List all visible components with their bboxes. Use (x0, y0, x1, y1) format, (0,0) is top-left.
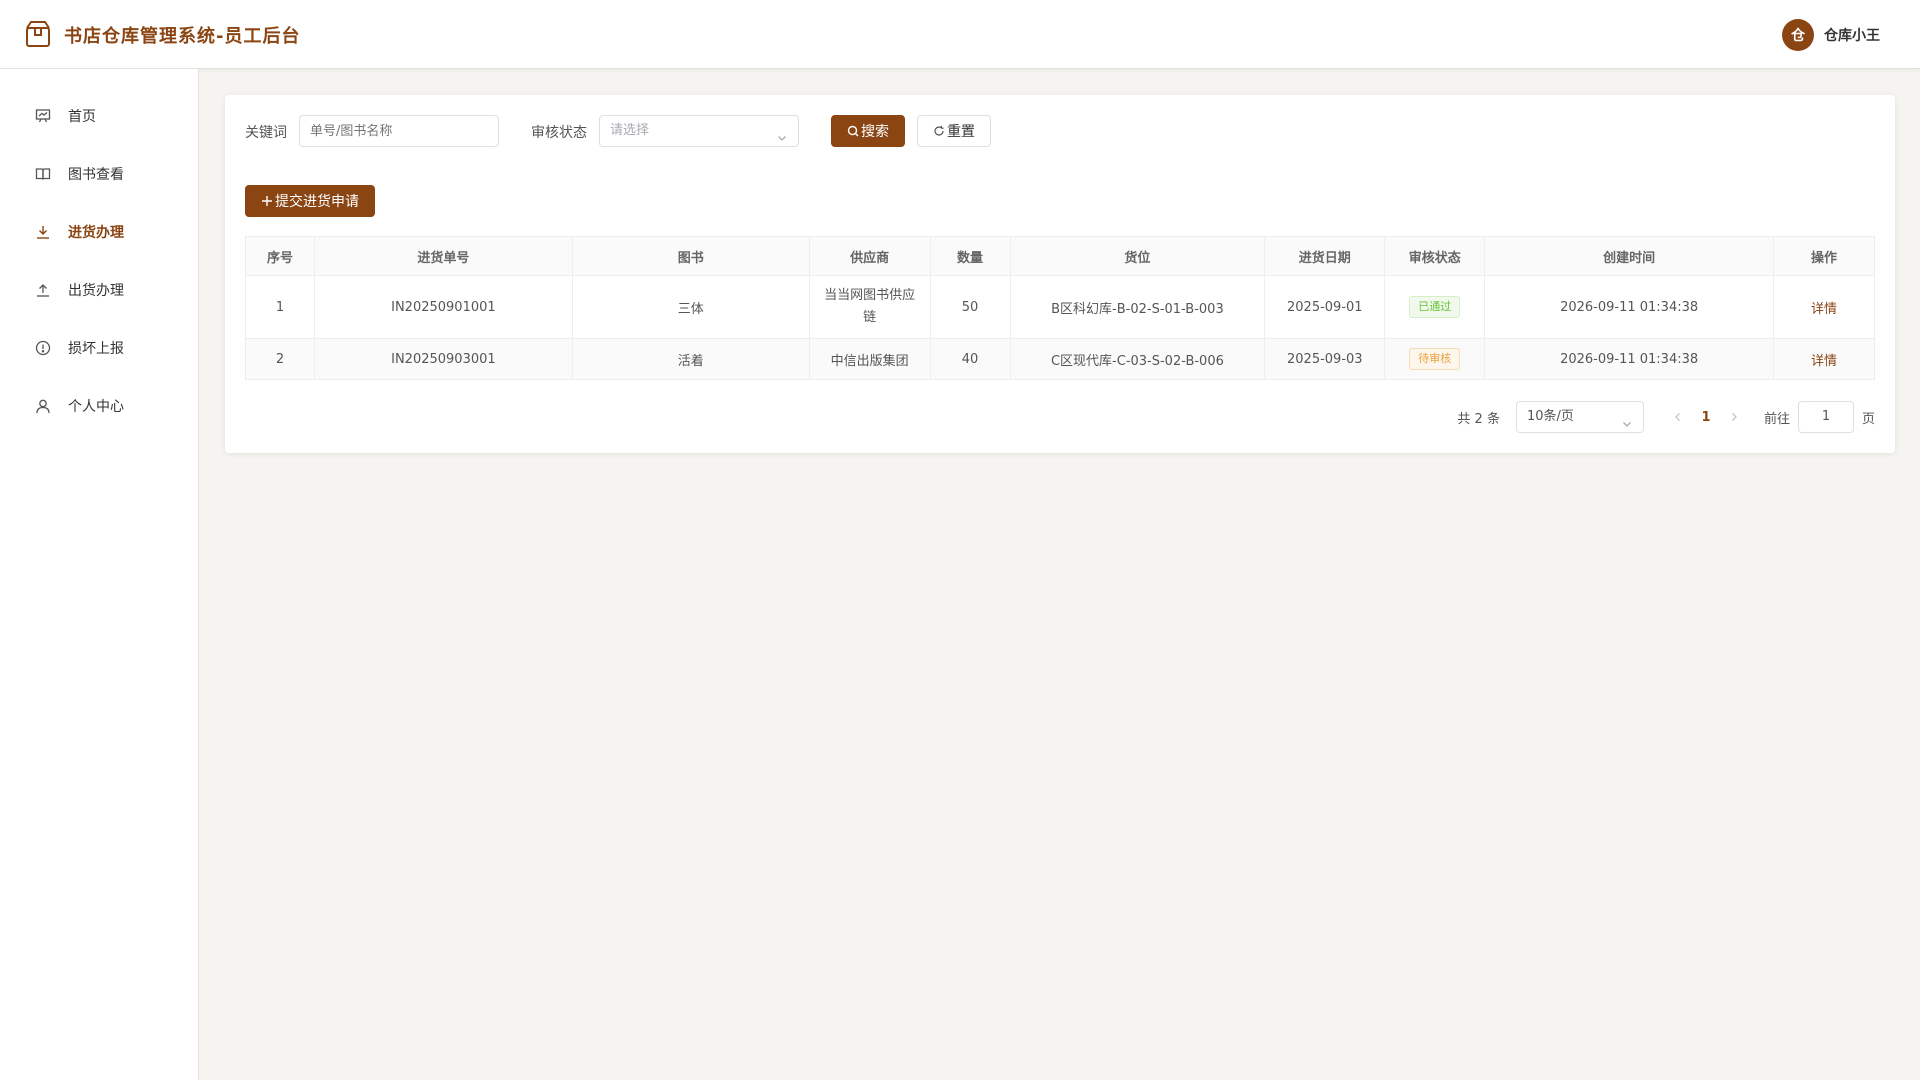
status-select[interactable]: 请选择 (599, 115, 799, 147)
cell-supplier: 中信出版集团 (808, 338, 931, 380)
chevron-down-icon (776, 126, 788, 156)
avatar[interactable]: 仓 (1782, 19, 1814, 51)
column-header: 审核状态 (1384, 236, 1486, 276)
table-row: 2 IN20250903001 活着 中信出版集团 40 C区现代库-C-03-… (245, 338, 1875, 380)
page-size-value: 10条/页 (1526, 409, 1574, 424)
sidebar-item-damage-report[interactable]: 损坏上报 (0, 319, 199, 377)
sidebar-item-outbound[interactable]: 出货办理 (0, 261, 199, 319)
app-title: 书店仓库管理系统-员工后台 (64, 26, 301, 47)
cell-index: 2 (245, 338, 315, 380)
cell-supplier: 当当网图书供应链 (808, 275, 931, 339)
detail-link[interactable]: 详情 (1811, 354, 1837, 369)
user-name[interactable]: 仓库小王 (1824, 25, 1880, 45)
prev-page-button[interactable] (1666, 401, 1690, 433)
cell-index: 1 (245, 275, 315, 339)
upload-icon (34, 281, 52, 299)
column-header: 进货日期 (1264, 236, 1386, 276)
column-header: 供应商 (808, 236, 931, 276)
sidebar-item-label: 损坏上报 (68, 341, 124, 357)
sidebar-item-profile[interactable]: 个人中心 (0, 377, 199, 435)
cell-order-no: IN20250901001 (313, 275, 573, 339)
keyword-input[interactable] (299, 115, 499, 147)
reset-button[interactable]: 重置 (917, 115, 991, 147)
cell-date: 2025-09-01 (1264, 275, 1386, 339)
keyword-label: 关键词 (245, 125, 287, 141)
cell-date: 2025-09-03 (1264, 338, 1386, 380)
sidebar-item-label: 图书查看 (68, 167, 124, 183)
sidebar-item-inbound[interactable]: 进货办理 (0, 203, 199, 261)
cell-book: 活着 (571, 338, 810, 380)
detail-link[interactable]: 详情 (1811, 302, 1837, 317)
submit-inbound-button[interactable]: 提交进货申请 (245, 185, 375, 217)
next-page-button[interactable] (1722, 401, 1746, 433)
chevron-left-icon (1675, 413, 1680, 421)
search-button-label: 搜索 (861, 124, 889, 140)
cell-created: 2026-09-11 01:34:38 (1484, 338, 1775, 380)
inbound-table: 序号 进货单号 图书 供应商 数量 货位 进货日期 审核状态 创建时间 操作 1… (245, 236, 1875, 380)
page-unit-label: 页 (1861, 411, 1875, 427)
sidebar-item-books[interactable]: 图书查看 (0, 145, 199, 203)
cell-action: 详情 (1773, 338, 1875, 380)
column-header: 进货单号 (313, 236, 573, 276)
table-header-row: 序号 进货单号 图书 供应商 数量 货位 进货日期 审核状态 创建时间 操作 (245, 236, 1875, 276)
column-header: 创建时间 (1484, 236, 1775, 276)
column-header: 操作 (1773, 236, 1875, 276)
cell-location: C区现代库-C-03-S-02-B-006 (1009, 338, 1266, 380)
chevron-down-icon (1621, 412, 1633, 442)
user-icon (34, 397, 52, 415)
search-icon (847, 125, 859, 137)
top-header: 书店仓库管理系统-员工后台 仓 仓库小王 (0, 0, 1920, 69)
column-header: 图书 (571, 236, 810, 276)
cell-location: B区科幻库-B-02-S-01-B-003 (1009, 275, 1266, 339)
dashboard-icon (34, 107, 52, 125)
cell-qty: 40 (929, 338, 1011, 380)
column-header: 货位 (1009, 236, 1266, 276)
cell-created: 2026-09-11 01:34:38 (1484, 275, 1775, 339)
sidebar-item-label: 首页 (68, 109, 96, 125)
sidebar-item-label: 个人中心 (68, 399, 124, 415)
sidebar-item-label: 出货办理 (68, 283, 124, 299)
chevron-right-icon (1732, 413, 1737, 421)
sidebar: 首页 图书查看 进货办理 出货办理 损坏上报 个人中心 (0, 69, 199, 1080)
column-header: 数量 (929, 236, 1011, 276)
status-badge: 待审核 (1409, 348, 1461, 370)
warning-icon (34, 339, 52, 357)
book-icon (34, 165, 52, 183)
refresh-icon (933, 125, 945, 137)
cell-qty: 50 (929, 275, 1011, 339)
submit-inbound-label: 提交进货申请 (275, 194, 359, 210)
status-badge: 已通过 (1409, 296, 1461, 318)
user-menu[interactable]: 仓 仓库小王 (1782, 19, 1880, 51)
pagination: 共 2 条 10条/页 1 前往 1 页 (1457, 401, 1875, 433)
page-size-select[interactable]: 10条/页 (1515, 401, 1644, 433)
main-card: 关键词 审核状态 请选择 搜索 重置 提交进货申请 序号 (225, 95, 1895, 453)
download-icon (34, 223, 52, 241)
status-select-placeholder: 请选择 (610, 123, 650, 138)
cell-status: 已通过 (1384, 275, 1486, 339)
sidebar-item-label: 进货办理 (68, 225, 124, 241)
reset-button-label: 重置 (947, 124, 975, 140)
goto-label: 前往 (1763, 411, 1790, 427)
current-page[interactable]: 1 (1690, 410, 1722, 425)
plus-icon (261, 195, 273, 207)
cell-action: 详情 (1773, 275, 1875, 339)
search-button[interactable]: 搜索 (831, 115, 905, 147)
goto-page-input[interactable]: 1 (1797, 401, 1854, 433)
column-header: 序号 (245, 236, 315, 276)
cell-status: 待审核 (1384, 338, 1486, 380)
box-icon (25, 20, 51, 48)
status-label: 审核状态 (531, 125, 587, 141)
cell-book: 三体 (571, 275, 810, 339)
cell-order-no: IN20250903001 (313, 338, 573, 380)
table-row: 1 IN20250901001 三体 当当网图书供应链 50 B区科幻库-B-0… (245, 275, 1875, 339)
total-count: 共 2 条 (1457, 411, 1500, 427)
sidebar-item-home[interactable]: 首页 (0, 87, 199, 145)
